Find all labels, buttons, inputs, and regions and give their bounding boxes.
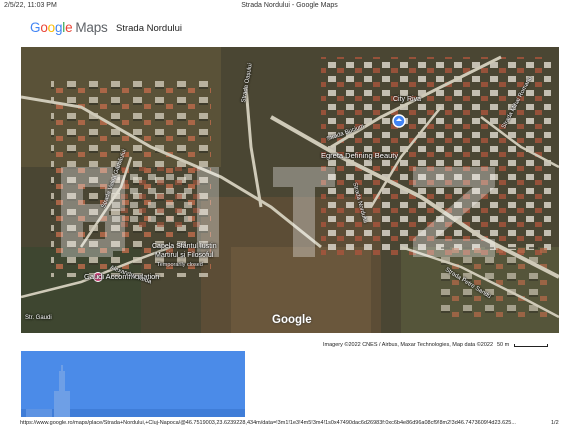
page-number: 1/2 xyxy=(551,420,559,426)
label-city-riva[interactable]: City Riva xyxy=(393,96,421,103)
logo-google: Google xyxy=(30,20,73,35)
label-egreta[interactable]: Egreta Defining Beauty xyxy=(321,151,398,160)
logo-letter-2: o xyxy=(40,20,48,35)
logo-maps: Maps xyxy=(75,20,108,35)
building-silhouette xyxy=(21,351,245,417)
scale-bar xyxy=(514,344,548,347)
label-strada-gaudi: Str. Gaudi xyxy=(25,315,52,321)
page-url: https://www.google.ro/maps/place/Strada+… xyxy=(20,420,516,426)
blue-place-marker-icon[interactable] xyxy=(392,114,406,128)
map-attribution: Imagery ©2022 CNES / Airbus, Maxar Techn… xyxy=(323,342,494,348)
google-map-watermark: Google xyxy=(272,314,312,326)
label-capela-line-1[interactable]: Capela Sfântul Iustin xyxy=(152,243,217,250)
scale-label: 50 m xyxy=(497,342,510,348)
print-title: Strada Nordului - Google Maps xyxy=(241,2,338,9)
logo-letter-1: G xyxy=(30,20,41,35)
street-view-thumbnail[interactable] xyxy=(21,351,245,417)
logo-letter-3: o xyxy=(47,20,56,35)
logo-letter-6: e xyxy=(65,20,73,35)
google-maps-logo[interactable]: Google Maps xyxy=(30,20,108,35)
satellite-map[interactable]: City Riva Egreta Defining Beauty Capela … xyxy=(21,47,559,333)
label-temporarily-closed: Temporarily closed xyxy=(157,262,203,268)
place-name: Strada Nordului xyxy=(116,23,183,34)
label-capela-line-2[interactable]: Martirul și Filosoful xyxy=(155,252,213,259)
